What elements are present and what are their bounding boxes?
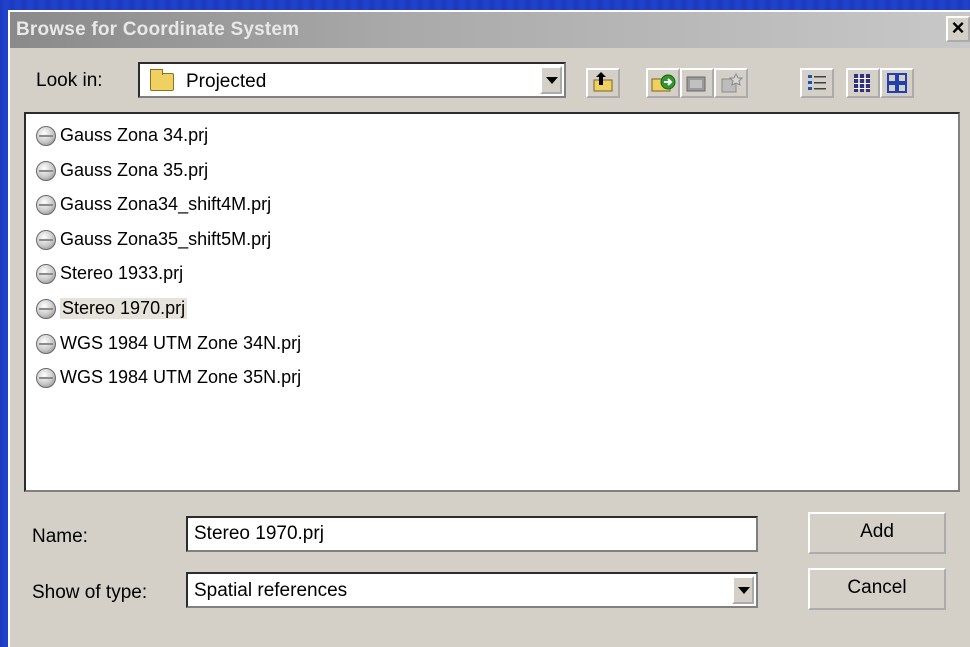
chevron-down-icon[interactable]: [540, 66, 562, 94]
window-title: Browse for Coordinate System: [16, 19, 300, 40]
list-view-icon: [808, 75, 826, 90]
cancel-button[interactable]: Cancel: [808, 568, 946, 610]
globe-icon: [36, 195, 56, 215]
up-one-level-button[interactable]: [586, 68, 620, 98]
thumbnails-icon: [887, 73, 907, 93]
name-field[interactable]: [186, 516, 758, 552]
look-in-label: Look in:: [36, 70, 103, 91]
file-name: Gauss Zona 35.prj: [60, 160, 209, 180]
chevron-down-icon[interactable]: [732, 576, 754, 604]
file-list[interactable]: Gauss Zona 34.prj Gauss Zona 35.prj Gaus…: [24, 112, 960, 492]
file-name: WGS 1984 UTM Zone 34N.prj: [60, 333, 302, 353]
details-view-button[interactable]: [846, 68, 880, 98]
look-in-value: Projected: [186, 71, 267, 92]
up-folder-icon: [593, 72, 613, 92]
file-name: Stereo 1933.prj: [60, 263, 184, 283]
new-coordinate-system-button[interactable]: [714, 68, 748, 98]
file-name: Gauss Zona 34.prj: [60, 125, 209, 145]
connect-to-folder-button[interactable]: [646, 68, 680, 98]
file-name: Gauss Zona34_shift4M.prj: [60, 194, 272, 214]
globe-icon: [36, 126, 56, 146]
title-bar[interactable]: Browse for Coordinate System ×: [10, 12, 970, 48]
disconnect-icon: [686, 76, 706, 92]
globe-icon: [36, 334, 56, 354]
connect-icon: [651, 74, 676, 92]
file-name: Stereo 1970.prj: [60, 298, 188, 319]
folder-icon: [150, 69, 174, 91]
new-icon: [721, 72, 744, 93]
globe-icon: [36, 264, 56, 284]
globe-icon: [36, 299, 56, 319]
show-of-type-dropdown[interactable]: Spatial references: [186, 572, 758, 608]
close-button[interactable]: ×: [946, 16, 970, 42]
disconnect-button[interactable]: [680, 68, 714, 98]
browse-coordinate-system-dialog: Browse for Coordinate System × Look in: …: [8, 10, 970, 647]
details-view-icon: [854, 74, 870, 92]
show-of-type-label: Show of type:: [32, 582, 148, 603]
globe-icon: [36, 161, 56, 181]
thumbnails-view-button[interactable]: [880, 68, 914, 98]
name-label: Name:: [32, 526, 88, 547]
globe-icon: [36, 230, 56, 250]
globe-icon: [36, 368, 56, 388]
file-name: Gauss Zona35_shift5M.prj: [60, 229, 272, 249]
show-of-type-value: Spatial references: [194, 580, 348, 601]
list-view-button[interactable]: [800, 68, 834, 98]
add-button[interactable]: Add: [808, 512, 946, 554]
look-in-dropdown[interactable]: Projected: [138, 62, 566, 98]
file-name: WGS 1984 UTM Zone 35N.prj: [60, 367, 302, 387]
